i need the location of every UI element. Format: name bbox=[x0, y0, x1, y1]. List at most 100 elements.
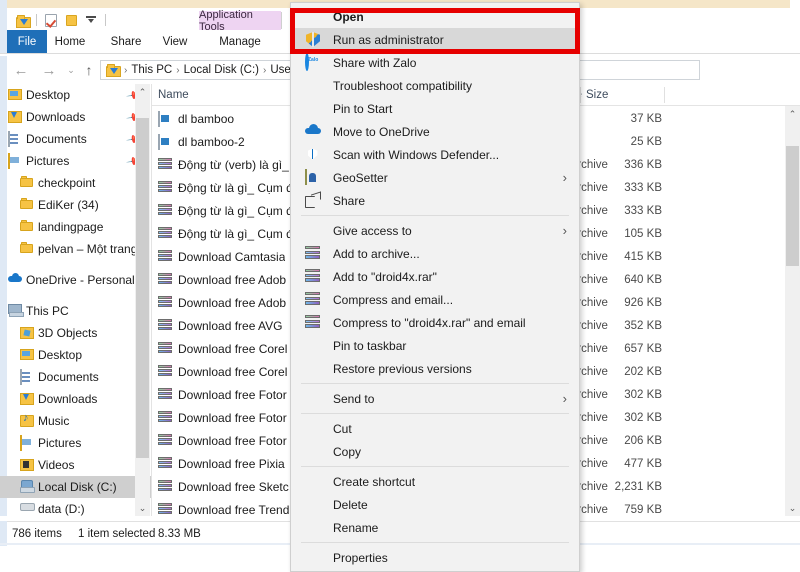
nav-pane-scrollbar[interactable]: ⌃ ⌄ bbox=[135, 84, 150, 516]
breadcrumb-users[interactable]: Use bbox=[270, 64, 290, 76]
sidebar-item-label: Pictures bbox=[38, 436, 82, 450]
file-scroll-up-arrow[interactable]: ⌃ bbox=[785, 106, 800, 122]
menu-item-share[interactable]: Share bbox=[291, 189, 579, 212]
tab-view[interactable]: View bbox=[155, 30, 195, 54]
downloads-folder-icon[interactable] bbox=[12, 11, 32, 29]
menu-item-label: Run as administrator bbox=[333, 32, 444, 47]
sidebar-item-ediker-34[interactable]: EdiKer (34) bbox=[0, 194, 152, 216]
sidebar-item-landingpage[interactable]: landingpage bbox=[0, 216, 152, 238]
nav-scroll-down-arrow[interactable]: ⌄ bbox=[135, 500, 150, 516]
menu-item-send-to[interactable]: Send to › bbox=[291, 387, 579, 410]
sidebar-item-onedrive-personal[interactable]: OneDrive - Personal bbox=[0, 269, 152, 291]
column-header-size[interactable]: Size bbox=[586, 84, 664, 106]
menu-separator bbox=[301, 215, 569, 216]
sidebar-item-pictures[interactable]: Pictures📌 bbox=[0, 150, 152, 172]
sidebar-item-downloads[interactable]: Downloads bbox=[0, 388, 152, 410]
up-button[interactable]: ↑ bbox=[80, 62, 98, 78]
file-size: 352 KB bbox=[624, 319, 662, 332]
forward-button[interactable]: → bbox=[40, 62, 58, 79]
sidebar-item-local-disk-c[interactable]: Local Disk (C:) bbox=[0, 476, 152, 498]
rar-archive-icon bbox=[158, 250, 173, 264]
properties-icon[interactable] bbox=[41, 11, 61, 29]
sidebar-item-music[interactable]: Music bbox=[0, 410, 152, 432]
menu-item-pin-to-taskbar[interactable]: Pin to taskbar bbox=[291, 334, 579, 357]
menu-item-scan-with-windows-defender[interactable]: Scan with Windows Defender... bbox=[291, 143, 579, 166]
menu-item-restore-previous-versions[interactable]: Restore previous versions bbox=[291, 357, 579, 380]
menu-item-add-to-droid4x-rar[interactable]: Add to "droid4x.rar" bbox=[291, 265, 579, 288]
file-size: 640 KB bbox=[624, 273, 662, 286]
file-scroll-down-arrow[interactable]: ⌄ bbox=[785, 500, 800, 516]
menu-item-compress-to-droid4x-rar-and-email[interactable]: Compress to "droid4x.rar" and email bbox=[291, 311, 579, 334]
breadcrumb-this-pc[interactable]: This PC bbox=[131, 64, 172, 76]
recent-locations-button[interactable]: ⌄ bbox=[62, 62, 80, 78]
file-size: 759 KB bbox=[624, 503, 662, 516]
file-name: Download free Corel bbox=[178, 364, 288, 379]
back-button[interactable]: ← bbox=[12, 62, 30, 79]
menu-item-pin-to-start[interactable]: Pin to Start bbox=[291, 97, 579, 120]
nav-scroll-up-arrow[interactable]: ⌃ bbox=[135, 84, 150, 100]
file-size: 37 KB bbox=[630, 112, 662, 125]
chevron-right-icon: › bbox=[562, 391, 567, 406]
sidebar-item-label: EdiKer (34) bbox=[38, 198, 99, 212]
nav-scroll-thumb[interactable] bbox=[136, 118, 149, 458]
menu-item-cut[interactable]: Cut bbox=[291, 417, 579, 440]
menu-item-move-to-onedrive[interactable]: Move to OneDrive bbox=[291, 120, 579, 143]
menu-item-run-as-administrator[interactable]: Run as administrator bbox=[291, 28, 579, 51]
menu-item-label: Create shortcut bbox=[333, 474, 416, 489]
menu-item-share-with-zalo[interactable]: Share with Zalo bbox=[291, 51, 579, 74]
tab-home[interactable]: Home bbox=[48, 30, 92, 54]
sidebar-item-desktop[interactable]: Desktop📌 bbox=[0, 84, 152, 106]
tab-manage[interactable]: Manage bbox=[205, 30, 275, 54]
menu-item-label: Add to archive... bbox=[333, 246, 420, 261]
rar-archive-icon bbox=[158, 411, 173, 425]
menu-item-delete[interactable]: Delete bbox=[291, 493, 579, 516]
tab-share[interactable]: Share bbox=[104, 30, 148, 54]
customize-dropdown-icon[interactable] bbox=[81, 11, 101, 29]
sidebar-item-videos[interactable]: Videos bbox=[0, 454, 152, 476]
file-name: Download free AVG bbox=[178, 318, 283, 333]
menu-item-label: Pin to Start bbox=[333, 101, 393, 116]
sidebar-item-documents[interactable]: Documents📌 bbox=[0, 128, 152, 150]
sidebar-item-pelvan-m-t-trang[interactable]: pelvan – Một trang bbox=[0, 238, 152, 260]
menu-item-add-to-archive[interactable]: Add to archive... bbox=[291, 242, 579, 265]
toolbar-divider-2 bbox=[105, 14, 106, 26]
menu-item-label: Troubleshoot compatibility bbox=[333, 78, 472, 93]
sidebar-item-data-d[interactable]: data (D:) bbox=[0, 498, 152, 516]
toolbar-divider-1 bbox=[36, 14, 37, 26]
menu-item-label: Compress and email... bbox=[333, 292, 454, 307]
tab-file[interactable]: File bbox=[7, 30, 47, 54]
sidebar-item-label: OneDrive - Personal bbox=[26, 273, 135, 287]
sidebar-item-3d-objects[interactable]: 3D Objects bbox=[0, 322, 152, 344]
menu-item-create-shortcut[interactable]: Create shortcut bbox=[291, 470, 579, 493]
sidebar-item-desktop[interactable]: Desktop bbox=[0, 344, 152, 366]
menu-item-give-access-to[interactable]: Give access to › bbox=[291, 219, 579, 242]
new-folder-icon[interactable] bbox=[61, 11, 81, 29]
menu-item-geosetter[interactable]: GeoSetter › bbox=[291, 166, 579, 189]
sidebar-item-this-pc[interactable]: This PC bbox=[0, 300, 152, 322]
menu-item-troubleshoot-compatibility[interactable]: Troubleshoot compatibility bbox=[291, 74, 579, 97]
rar-archive-icon bbox=[158, 158, 173, 172]
menu-item-copy[interactable]: Copy bbox=[291, 440, 579, 463]
drive-icon bbox=[20, 502, 34, 516]
breadcrumb-local-disk[interactable]: Local Disk (C:) bbox=[184, 64, 259, 76]
sidebar-item-label: Desktop bbox=[38, 348, 83, 362]
sidebar-item-checkpoint[interactable]: checkpoint bbox=[0, 172, 152, 194]
menu-item-open[interactable]: Open bbox=[291, 5, 579, 28]
sidebar-item-label: Music bbox=[38, 414, 70, 428]
menu-item-label: Compress to "droid4x.rar" and email bbox=[333, 315, 526, 330]
menu-item-rename[interactable]: Rename bbox=[291, 516, 579, 539]
navigation-pane: Desktop📌Downloads📌Documents📌Pictures📌 che… bbox=[0, 84, 152, 516]
menu-item-label: Pin to taskbar bbox=[333, 338, 407, 353]
sidebar-item-documents[interactable]: Documents bbox=[0, 366, 152, 388]
sidebar-item-label: Downloads bbox=[38, 392, 98, 406]
sidebar-item-pictures[interactable]: Pictures bbox=[0, 432, 152, 454]
sidebar-item-label: Documents bbox=[26, 132, 87, 146]
menu-item-compress-and-email[interactable]: Compress and email... bbox=[291, 288, 579, 311]
pictures-folder-icon bbox=[8, 153, 22, 169]
sidebar-item-downloads[interactable]: Downloads📌 bbox=[0, 106, 152, 128]
sidebar-item-label: Downloads bbox=[26, 110, 86, 124]
downloads-folder-icon bbox=[8, 110, 22, 124]
file-list-scrollbar[interactable]: ⌃ ⌄ bbox=[785, 106, 800, 516]
menu-item-properties[interactable]: Properties bbox=[291, 546, 579, 569]
file-scroll-thumb[interactable] bbox=[786, 146, 799, 266]
